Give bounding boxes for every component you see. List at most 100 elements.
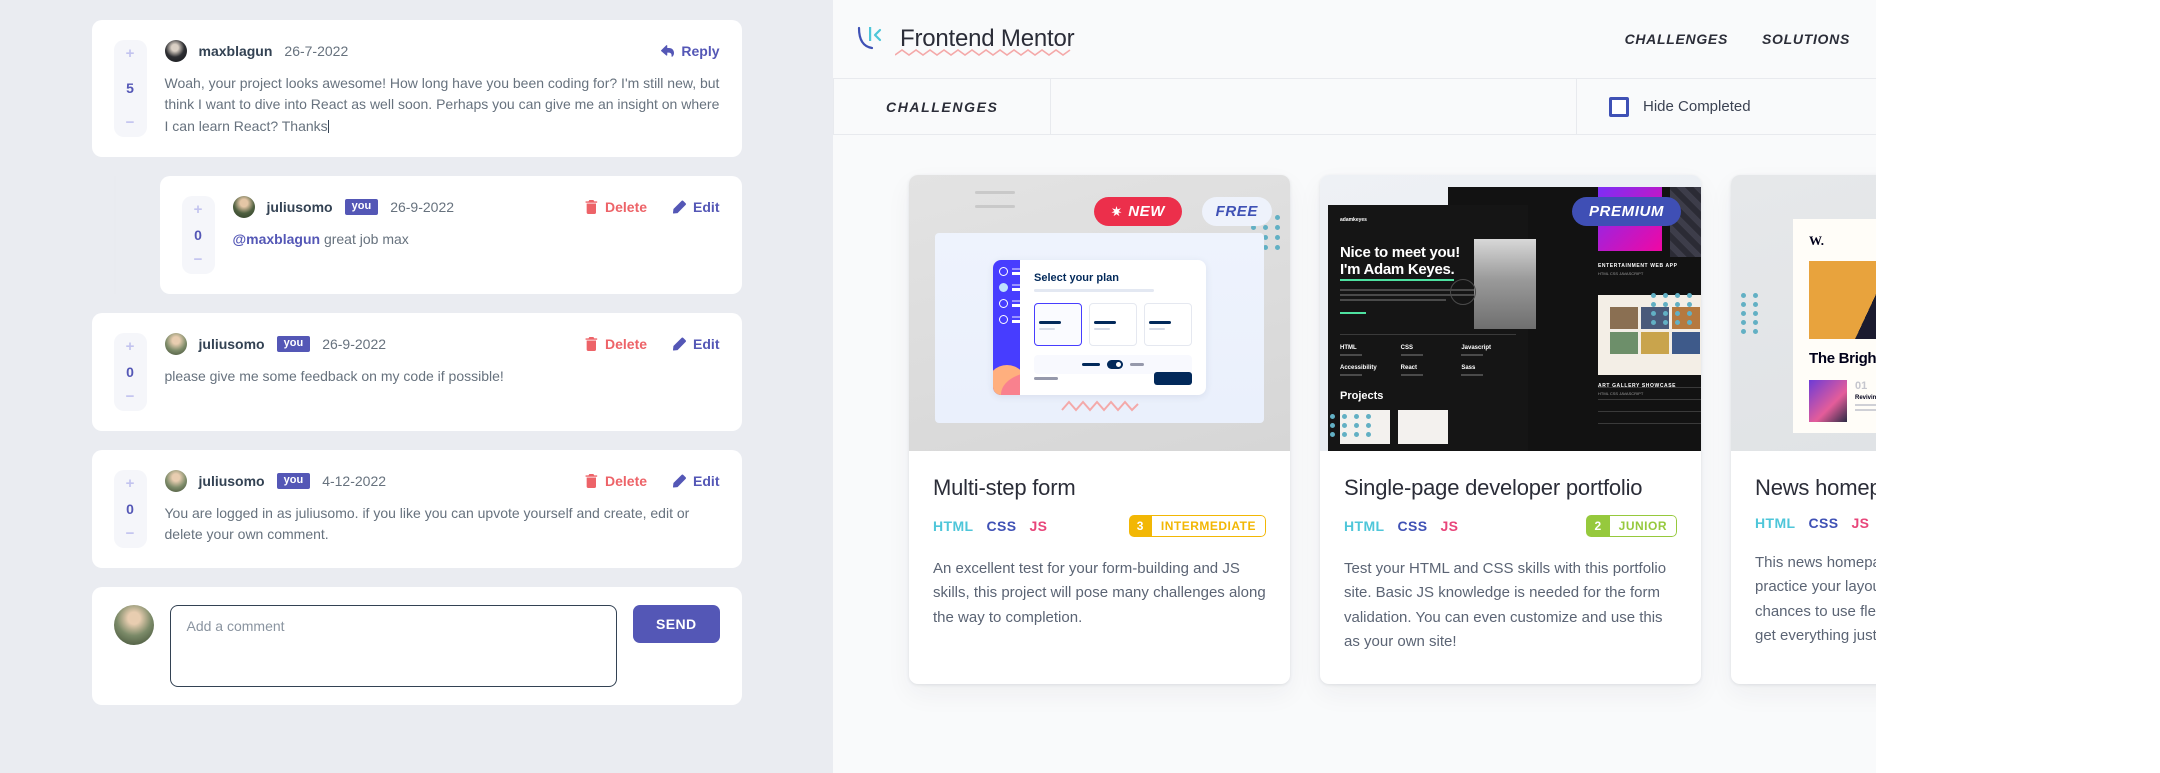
edit-label: Edit [693, 472, 720, 489]
frontend-mentor-page: Frontend Mentor CHALLENGES SOLUTIONS CHA… [833, 0, 1876, 773]
comment-card: + 5 − maxblagun 26-7-2022 Reply Woah, yo… [91, 20, 742, 157]
challenge-title: Single-page developer portfolio [1344, 475, 1643, 500]
challenge-description: An excellent test for your form-building… [933, 560, 1266, 626]
delete-label: Delete [605, 472, 648, 489]
lang-js: JS [1029, 518, 1048, 534]
tab-challenges[interactable]: CHALLENGES [833, 79, 1052, 134]
reply-label: Reply [681, 43, 720, 59]
mock-heading: Select your plan [1034, 272, 1119, 284]
premium-badge: PREMIUM [1571, 197, 1681, 226]
challenge-title: Multi-step form [933, 475, 1076, 500]
site-header: Frontend Mentor CHALLENGES SOLUTIONS [833, 0, 1876, 78]
premium-badge-label: PREMIUM [1588, 203, 1664, 220]
new-badge-label: NEW [1128, 203, 1165, 220]
checkbox-icon[interactable] [1609, 96, 1629, 117]
avatar [232, 195, 255, 218]
mock-skill: CSS [1400, 344, 1413, 351]
challenge-body: Multi-step form HTML CSS JS 3 INTERMEDIA… [909, 451, 1290, 660]
upvote-button[interactable]: + [126, 46, 135, 61]
downvote-button[interactable]: − [194, 252, 203, 267]
comment-actions: Reply [661, 43, 720, 59]
nav-item-solutions[interactable]: SOLUTIONS [1762, 31, 1850, 47]
challenge-title: News homepage [1755, 475, 1876, 500]
comment-header: maxblagun 26-7-2022 Reply [164, 40, 720, 62]
downvote-button[interactable]: − [126, 526, 135, 541]
comment-body: juliusomo you 4-12-2022 Delete Edit You … [164, 469, 720, 548]
mock-portrait [1474, 239, 1536, 329]
edit-label: Edit [693, 335, 720, 352]
comment-text: You are logged in as juliusomo. if you l… [164, 504, 690, 543]
language-tags: HTML CSS JS [1344, 518, 1458, 534]
decor-dots [1330, 414, 1374, 437]
reply-text: great job max [320, 230, 409, 247]
upvote-button[interactable]: + [126, 476, 135, 491]
delete-button[interactable]: Delete [585, 473, 647, 489]
challenge-meta: HTML CSS JS 2 JUNIOR [1344, 515, 1677, 537]
edit-button[interactable]: Edit [673, 335, 720, 352]
comment-input[interactable] [169, 604, 617, 687]
difficulty-name: INTERMEDIATE [1151, 515, 1266, 537]
avatar [164, 332, 187, 355]
comment-date: 26-7-2022 [284, 43, 349, 59]
comments-app-pane: + 5 − maxblagun 26-7-2022 Reply Woah, yo… [0, 0, 833, 773]
mention[interactable]: @maxblagun [233, 231, 321, 247]
comment-text: Woah, your project looks awesome! How lo… [164, 75, 720, 134]
language-tags: HTML CSS JS [1755, 515, 1869, 531]
edit-label: Edit [693, 198, 720, 215]
text-caret [327, 119, 329, 133]
reply-thread: + 0 − juliusomo you 26-9-2022 Delete Edi… [113, 175, 742, 294]
hide-completed-toggle[interactable]: Hide Completed [1576, 79, 1876, 134]
mock-skill: React [1400, 364, 1417, 371]
avatar [164, 469, 187, 492]
main-nav: CHALLENGES SOLUTIONS [1625, 31, 1876, 47]
upvote-button[interactable]: + [194, 202, 203, 217]
free-badge-label: FREE [1215, 203, 1258, 220]
vote-control[interactable]: + 0 − [181, 195, 215, 274]
frontend-mentor-logo-icon [855, 24, 889, 54]
comment-body: maxblagun 26-7-2022 Reply Woah, your pro… [164, 40, 720, 137]
comment-card: + 0 − juliusomo you 26-9-2022 Delete Edi… [91, 312, 742, 431]
thumb-frame: Select your plan [935, 233, 1264, 423]
filter-bar: CHALLENGES Hide Completed [833, 78, 1876, 135]
vote-control[interactable]: + 5 − [113, 40, 147, 137]
edit-button[interactable]: Edit [673, 472, 720, 489]
downvote-button[interactable]: − [126, 115, 135, 130]
challenge-card[interactable]: W. The Bright Future of Web 3.0? 01 Revi… [1731, 175, 1876, 685]
delete-label: Delete [605, 198, 648, 215]
comment-username: juliusomo [198, 335, 265, 352]
mock-skill: Sass [1461, 364, 1476, 371]
challenge-grid: NEW FREE Select your plan Multi-step for… [833, 135, 1876, 685]
challenge-card[interactable]: NEW FREE Select your plan Multi-step for… [909, 175, 1290, 685]
challenge-thumbnail: PREMIUM ENTERTAINMENT WEB APP HTML CSS JA… [1320, 175, 1701, 451]
frontend-mentor-pane: Frontend Mentor CHALLENGES SOLUTIONS CHA… [833, 0, 2160, 773]
mock-brand: adamkeyes [1340, 217, 1367, 223]
lang-css: CSS [1808, 515, 1839, 531]
delete-button[interactable]: Delete [585, 199, 647, 215]
language-tags: HTML CSS JS [933, 518, 1047, 534]
downvote-button[interactable]: − [126, 389, 135, 404]
you-badge: you [276, 472, 311, 489]
comment-username: juliusomo [266, 198, 333, 215]
vote-control[interactable]: + 0 − [113, 332, 147, 411]
send-button[interactable]: SEND [633, 604, 720, 643]
reply-card: + 0 − juliusomo you 26-9-2022 Delete Edi… [159, 175, 742, 294]
avatar [164, 40, 187, 62]
reply-button[interactable]: Reply [661, 43, 720, 59]
nav-item-challenges[interactable]: CHALLENGES [1625, 31, 1728, 47]
comment-header: juliusomo you 26-9-2022 Delete Edit [164, 332, 720, 355]
vote-control[interactable]: + 0 − [113, 469, 147, 548]
logo[interactable]: Frontend Mentor [855, 24, 1075, 56]
upvote-button[interactable]: + [126, 339, 135, 354]
delete-button[interactable]: Delete [585, 336, 647, 352]
vote-score: 5 [126, 80, 134, 97]
lang-css: CSS [1397, 518, 1428, 534]
filters: Hide Completed [1051, 79, 1876, 134]
trash-icon [585, 336, 598, 351]
free-badge: FREE [1201, 197, 1272, 226]
vote-score: 0 [126, 363, 134, 380]
edit-button[interactable]: Edit [673, 198, 720, 215]
new-badge: NEW [1094, 197, 1182, 226]
challenge-card[interactable]: PREMIUM ENTERTAINMENT WEB APP HTML CSS JA… [1320, 175, 1701, 685]
comment-username: juliusomo [198, 472, 265, 489]
comment-date: 4-12-2022 [322, 472, 387, 489]
